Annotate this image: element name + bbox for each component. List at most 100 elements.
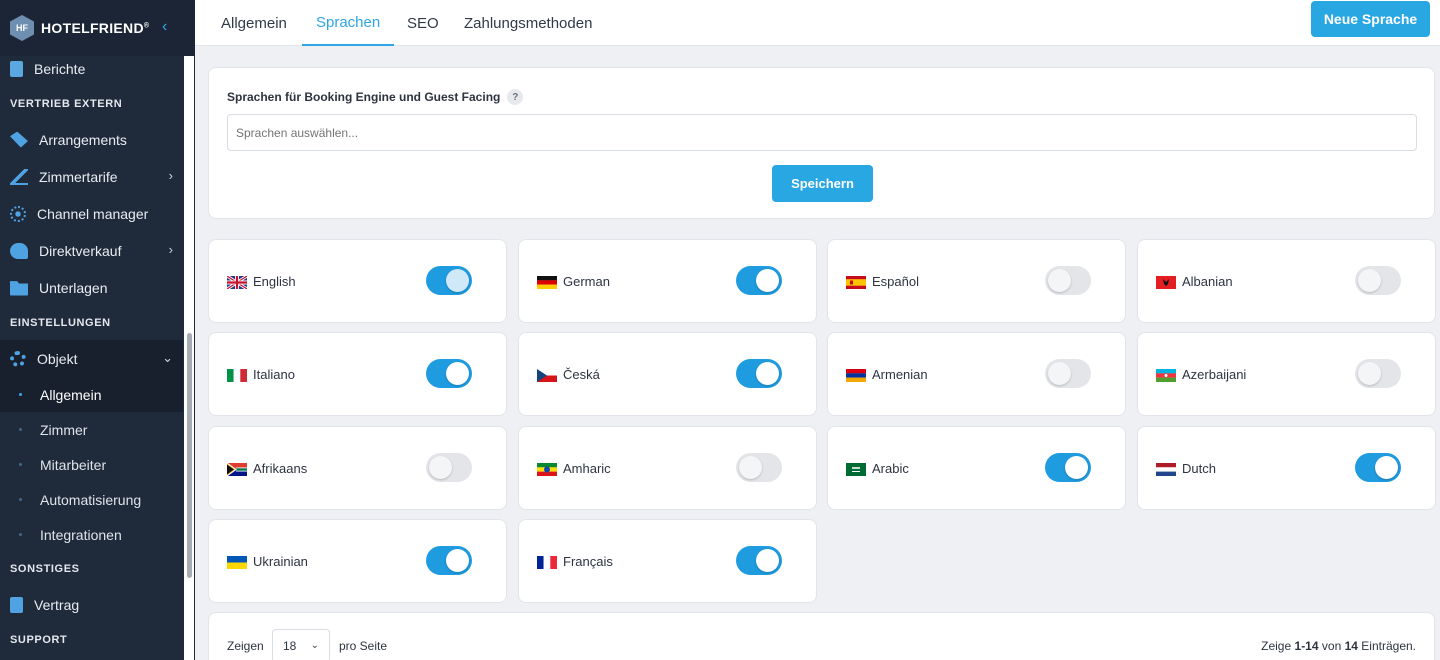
- booking-languages-label: Sprachen für Booking Engine und Guest Fa…: [227, 89, 524, 105]
- flag-fr-icon: [537, 556, 557, 569]
- range-suffix: Einträgen.: [1361, 639, 1416, 653]
- sidebar-item-objekt[interactable]: Objekt ⌄: [0, 340, 183, 377]
- sidebar-subitem-allgemein[interactable]: Allgemein: [0, 377, 183, 412]
- language-card-es: Español: [827, 239, 1126, 323]
- toggle-knob: [1375, 456, 1398, 479]
- range-of: von: [1321, 639, 1342, 653]
- language-card-za: Afrikaans: [208, 426, 507, 510]
- language-toggle[interactable]: [736, 266, 782, 295]
- sidebar-item-label: Zimmertarife: [39, 168, 118, 185]
- toggle-knob: [446, 269, 469, 292]
- language-toggle[interactable]: [736, 453, 782, 482]
- sidebar-item-label: Objekt: [37, 350, 78, 367]
- languages-select-input[interactable]: [227, 114, 1417, 151]
- language-toggle[interactable]: [426, 453, 472, 482]
- toggle-knob: [756, 549, 779, 572]
- hotelfriend-logo-icon: HF: [10, 15, 34, 41]
- language-name: German: [563, 274, 610, 289]
- language-card-ua: Ukrainian: [208, 519, 507, 603]
- save-button[interactable]: Speichern: [772, 165, 873, 202]
- booking-languages-label-text: Sprachen für Booking Engine und Guest Fa…: [227, 90, 501, 104]
- flag-al-icon: [1156, 276, 1176, 289]
- language-name: English: [253, 274, 296, 289]
- flag-it-icon: [227, 369, 247, 382]
- language-toggle[interactable]: [1355, 453, 1401, 482]
- entries-range: Zeige 1-14 von 14 Einträgen.: [1261, 639, 1416, 653]
- toggle-knob: [1358, 362, 1381, 385]
- language-toggle[interactable]: [736, 359, 782, 388]
- language-card-cz: Česká: [518, 332, 817, 416]
- per-page-suffix: pro Seite: [339, 639, 388, 653]
- language-card-fr: Français: [518, 519, 817, 603]
- sidebar: HF HOTELFRIEND® ‹ Berichte VERTRIEB EXTER…: [0, 0, 195, 660]
- sidebar-item-label: Unterlagen: [39, 279, 108, 296]
- sidebar-item-vertrag[interactable]: Vertrag: [0, 586, 183, 623]
- tab-zahlungsmethoden[interactable]: Zahlungsmethoden: [464, 0, 592, 46]
- language-card-it: Italiano: [208, 332, 507, 416]
- language-toggle[interactable]: [1355, 266, 1401, 295]
- help-icon[interactable]: ?: [507, 89, 524, 105]
- sidebar-item-direktverkauf[interactable]: Direktverkauf ›: [0, 232, 183, 269]
- flag-sa-icon: [846, 463, 866, 476]
- language-toggle[interactable]: [426, 359, 472, 388]
- sidebar-item-berichte[interactable]: Berichte: [0, 50, 183, 87]
- tab-sprachen[interactable]: Sprachen: [302, 0, 395, 46]
- language-name: Afrikaans: [253, 461, 308, 476]
- language-card-et: Amharic: [518, 426, 817, 510]
- language-name: Armenian: [872, 367, 928, 382]
- sidebar-item-zimmertarife[interactable]: Zimmertarife ›: [0, 158, 183, 195]
- sidebar-item-channel-manager[interactable]: Channel manager: [0, 195, 183, 232]
- toggle-knob: [1065, 456, 1088, 479]
- toggle-knob: [756, 362, 779, 385]
- toggle-knob: [446, 549, 469, 572]
- language-toggle[interactable]: [1355, 359, 1401, 388]
- sidebar-subitem-zimmer[interactable]: Zimmer: [0, 412, 183, 447]
- handshake-icon: [10, 242, 28, 259]
- flag-za-icon: [227, 463, 247, 476]
- toggle-knob: [429, 456, 452, 479]
- pagination-footer: Zeigen 18 ⌄ pro Seite Zeige 1-14 von 14 …: [208, 612, 1435, 660]
- language-toggle[interactable]: [1045, 266, 1091, 295]
- new-language-button[interactable]: Neue Sprache: [1311, 1, 1430, 37]
- language-toggle[interactable]: [426, 546, 472, 575]
- language-name: Česká: [563, 367, 600, 382]
- language-card-al: Albanian: [1137, 239, 1436, 323]
- sidebar-item-unterlagen[interactable]: Unterlagen: [0, 269, 183, 306]
- sidebar-subitem-automatisierung[interactable]: Automatisierung: [0, 482, 183, 517]
- sidebar-subitem-integrationen[interactable]: Integrationen: [0, 517, 183, 552]
- sidebar-item-arrangements[interactable]: Arrangements: [0, 121, 183, 158]
- brand-name-text: HOTELFRIEND: [41, 20, 144, 36]
- language-name: Azerbaijani: [1182, 367, 1247, 382]
- chevron-right-icon: ›: [168, 168, 173, 183]
- sidebar-item-label: Berichte: [34, 60, 86, 77]
- tag-icon: [10, 131, 28, 148]
- language-card-uk: English: [208, 239, 507, 323]
- language-card-sa: Arabic: [827, 426, 1126, 510]
- toggle-knob: [1358, 269, 1381, 292]
- collapse-sidebar-icon[interactable]: ‹: [162, 18, 167, 36]
- brand[interactable]: HF HOTELFRIEND® ‹: [0, 0, 195, 56]
- flag-es-icon: [846, 276, 866, 289]
- per-page-select[interactable]: 18 ⌄: [272, 629, 330, 660]
- language-toggle[interactable]: [426, 266, 472, 295]
- language-name: Italiano: [253, 367, 295, 382]
- language-name: Arabic: [872, 461, 909, 476]
- tab-seo[interactable]: SEO: [407, 0, 439, 46]
- sidebar-section-support: SUPPORT: [10, 634, 68, 646]
- language-toggle[interactable]: [736, 546, 782, 575]
- flag-uk-icon: [227, 276, 247, 289]
- language-toggle[interactable]: [1045, 453, 1091, 482]
- tab-allgemein[interactable]: Allgemein: [221, 0, 287, 46]
- range-value: 1-14: [1294, 639, 1319, 653]
- language-toggle[interactable]: [1045, 359, 1091, 388]
- flag-et-icon: [537, 463, 557, 476]
- contract-icon: [10, 596, 23, 613]
- brand-name: HOTELFRIEND®: [41, 20, 149, 36]
- sidebar-section-vertrieb-extern: VERTRIEB EXTERN: [10, 98, 123, 110]
- show-label: Zeigen: [227, 639, 264, 653]
- sidebar-subitem-mitarbeiter[interactable]: Mitarbeiter: [0, 447, 183, 482]
- sidebar-section-sonstiges: SONSTIGES: [10, 563, 80, 575]
- toggle-knob: [1048, 362, 1071, 385]
- sidebar-scrollbar-thumb[interactable]: [187, 333, 192, 578]
- toggle-knob: [1048, 269, 1071, 292]
